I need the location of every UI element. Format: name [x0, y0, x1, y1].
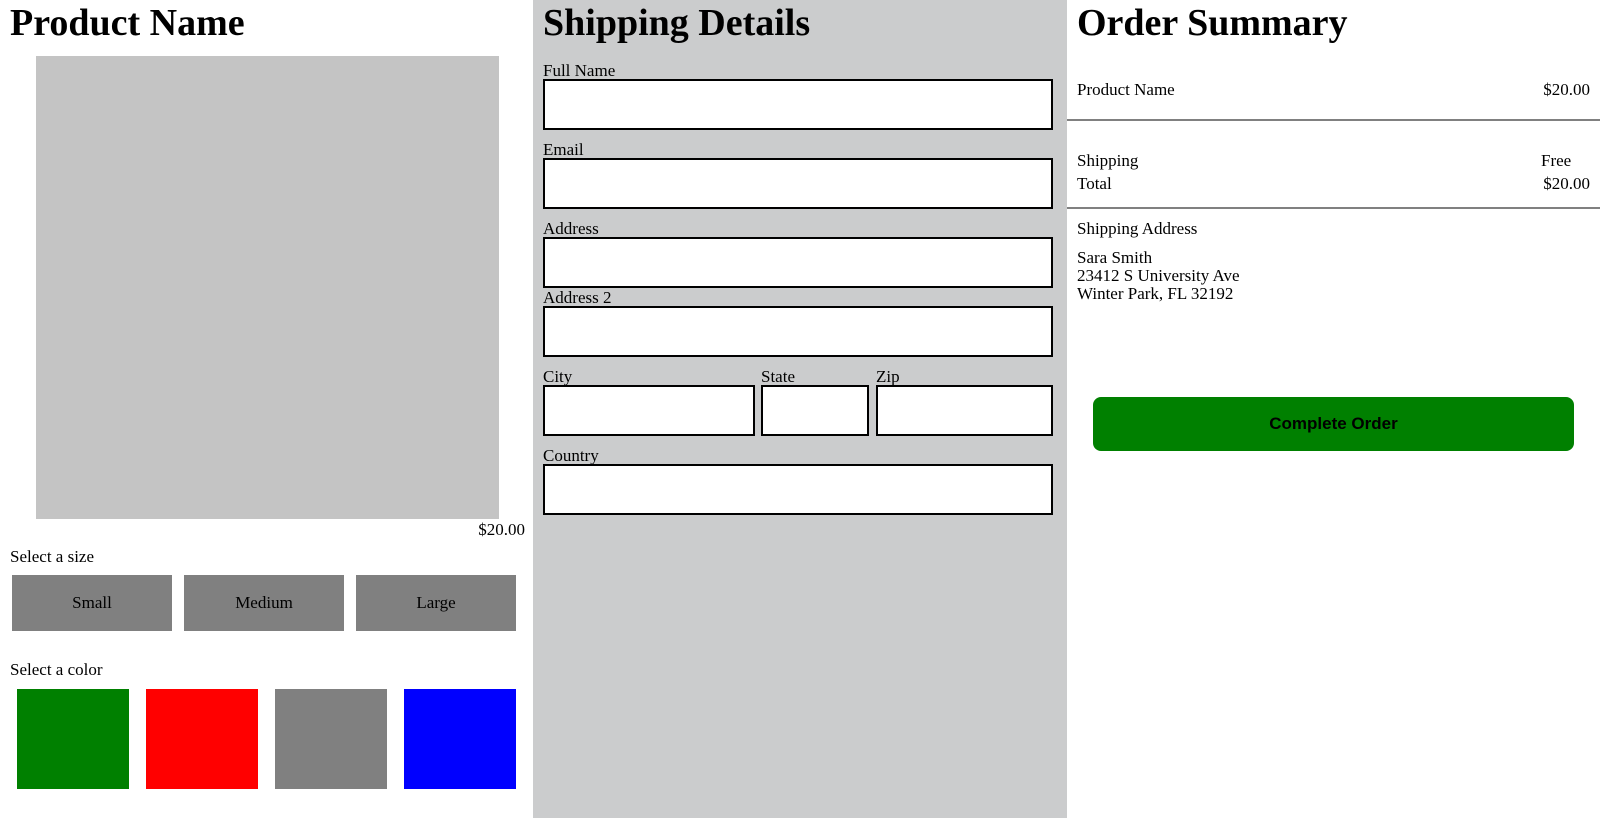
address-line-city: Winter Park, FL 32192	[1077, 284, 1234, 303]
full-name-label: Full Name	[543, 61, 616, 80]
summary-total-value: $20.00	[1543, 174, 1590, 193]
address-label: Address	[543, 219, 599, 238]
address2-label: Address 2	[543, 288, 612, 307]
color-label: Select a color	[10, 660, 103, 679]
summary-shipping-row: Shipping Free	[1077, 151, 1590, 171]
zip-input[interactable]	[876, 385, 1053, 436]
product-price: $20.00	[478, 520, 525, 539]
color-swatch-green[interactable]	[17, 689, 129, 789]
product-panel: Product Name $20.00 Select a size Small …	[0, 0, 533, 818]
shipping-title: Shipping Details	[543, 2, 811, 44]
size-button-small[interactable]: Small	[12, 575, 172, 631]
email-input[interactable]	[543, 158, 1053, 209]
zip-label: Zip	[876, 367, 900, 386]
state-label: State	[761, 367, 795, 386]
summary-item-price: $20.00	[1543, 80, 1590, 99]
address-line-name: Sara Smith	[1077, 248, 1153, 267]
address-input[interactable]	[543, 237, 1053, 288]
size-button-large[interactable]: Large	[356, 575, 516, 631]
size-button-medium[interactable]: Medium	[184, 575, 344, 631]
city-input[interactable]	[543, 385, 755, 436]
city-label: City	[543, 367, 573, 386]
country-label: Country	[543, 446, 599, 465]
summary-divider	[1067, 207, 1600, 209]
summary-shipping-label: Shipping	[1077, 151, 1139, 170]
full-name-input[interactable]	[543, 79, 1053, 130]
address-line-street: 23412 S University Ave	[1077, 266, 1240, 285]
summary-total-label: Total	[1077, 174, 1112, 193]
address2-input[interactable]	[543, 306, 1053, 357]
product-image	[36, 56, 499, 519]
summary-divider	[1067, 119, 1600, 121]
complete-order-button[interactable]: Complete Order	[1093, 397, 1574, 451]
color-swatch-gray[interactable]	[275, 689, 387, 789]
shipping-address-heading: Shipping Address	[1077, 219, 1198, 238]
shipping-panel: Shipping Details Full Name Email Address…	[533, 0, 1067, 818]
summary-item-name: Product Name	[1077, 80, 1175, 99]
email-label: Email	[543, 140, 584, 159]
summary-shipping-value: Free	[1541, 151, 1572, 170]
color-swatch-red[interactable]	[146, 689, 258, 789]
color-swatch-blue[interactable]	[404, 689, 516, 789]
summary-title: Order Summary	[1077, 2, 1348, 44]
country-input[interactable]	[543, 464, 1053, 515]
product-title: Product Name	[10, 2, 245, 44]
order-summary-panel: Order Summary Product Name $20.00 Shippi…	[1067, 0, 1600, 818]
state-input[interactable]	[761, 385, 869, 436]
summary-item-row: Product Name $20.00	[1077, 80, 1590, 100]
size-label: Select a size	[10, 547, 95, 566]
summary-total-row: Total $20.00	[1077, 174, 1590, 194]
